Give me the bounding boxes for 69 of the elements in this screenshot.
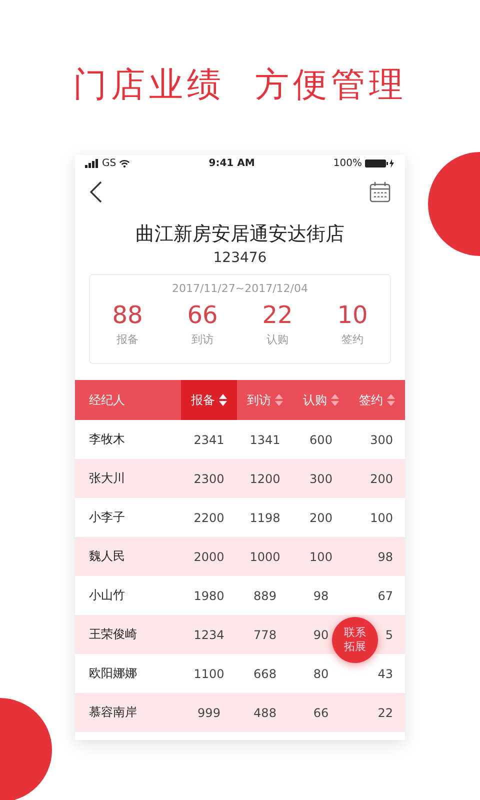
table-cell: 1200 [250,472,280,486]
table-cell: 98 [313,588,329,602]
sort-icon [331,394,339,406]
table-cell: 200 [370,472,393,486]
table-cell: 魏人民 [89,549,125,563]
wifi-icon [119,158,130,168]
calendar-icon[interactable] [369,181,391,203]
table-cell: 100 [310,550,332,564]
battery-percent: 100% [333,158,362,168]
table-cell: 300 [310,472,332,486]
table-cell: 200 [310,510,332,524]
table-cell: 80 [313,666,329,680]
stat-value: 10 [337,301,368,329]
table-cell: 66 [313,706,329,720]
column-header[interactable]: 签约 [349,380,405,420]
table-cell: 98 [378,550,393,564]
sort-icon [275,394,283,406]
stat-label: 报备 [116,332,138,347]
stat-value: 66 [187,301,218,329]
back-icon[interactable] [89,181,103,203]
table-cell: 王荣俊崎 [89,627,137,641]
table-cell: 1100 [194,666,224,680]
table-cell: 2200 [194,510,224,524]
table-cell: 小李子 [89,510,125,524]
column-header[interactable]: 经纪人 [75,380,181,420]
signal-icon [85,158,99,168]
status-time: 9:41 AM [208,158,255,168]
table-cell: 1341 [250,432,280,446]
stat-label: 到访 [192,332,214,347]
table-cell: 488 [254,706,276,720]
store-code: 123476 [212,250,268,266]
carrier-name: GS [102,158,116,168]
sort-icon [387,394,395,406]
table-cell: 慕容南岸 [89,705,137,719]
column-header[interactable]: 认购 [293,380,349,420]
stat-label: 签约 [342,332,364,347]
store-name: 曲江新房安居通安达街店 [134,222,346,247]
stat-value: 88 [112,301,143,329]
sort-icon [219,394,227,406]
table-cell: 2341 [194,432,224,446]
date-range: 2017/11/27~2017/12/04 [172,282,308,295]
table-cell: 999 [198,706,220,720]
table-cell: 67 [378,588,393,602]
table-cell: 2000 [194,550,224,564]
table-cell: 1000 [250,550,280,564]
table-cell: 1198 [250,510,280,524]
table-cell: 2300 [194,472,224,486]
table-cell: 22 [378,706,393,720]
table-cell: 张大川 [89,471,125,485]
headline: 门店业绩 方便管理 [73,64,407,107]
table-cell: 欧阳娜娜 [89,666,137,680]
table-cell: 300 [370,432,393,446]
table-cell: 90 [313,628,329,642]
column-header[interactable]: 到访 [237,380,293,420]
table-cell: 600 [310,432,332,446]
table-cell: 778 [254,628,276,642]
table-cell: 100 [370,510,393,524]
table-cell: 5 [385,628,393,642]
table-cell: 1234 [194,628,224,642]
table-cell: 889 [254,588,276,602]
column-header[interactable]: 报备 [181,380,237,420]
table-cell: 1980 [194,588,224,602]
table-cell: 668 [254,666,276,680]
stat-value: 22 [262,301,293,329]
table-cell: 43 [378,666,393,680]
table-cell: 小山竹 [89,588,125,602]
stat-label: 认购 [266,332,288,347]
table-cell: 李牧木 [89,432,125,446]
battery-icon [365,158,395,168]
